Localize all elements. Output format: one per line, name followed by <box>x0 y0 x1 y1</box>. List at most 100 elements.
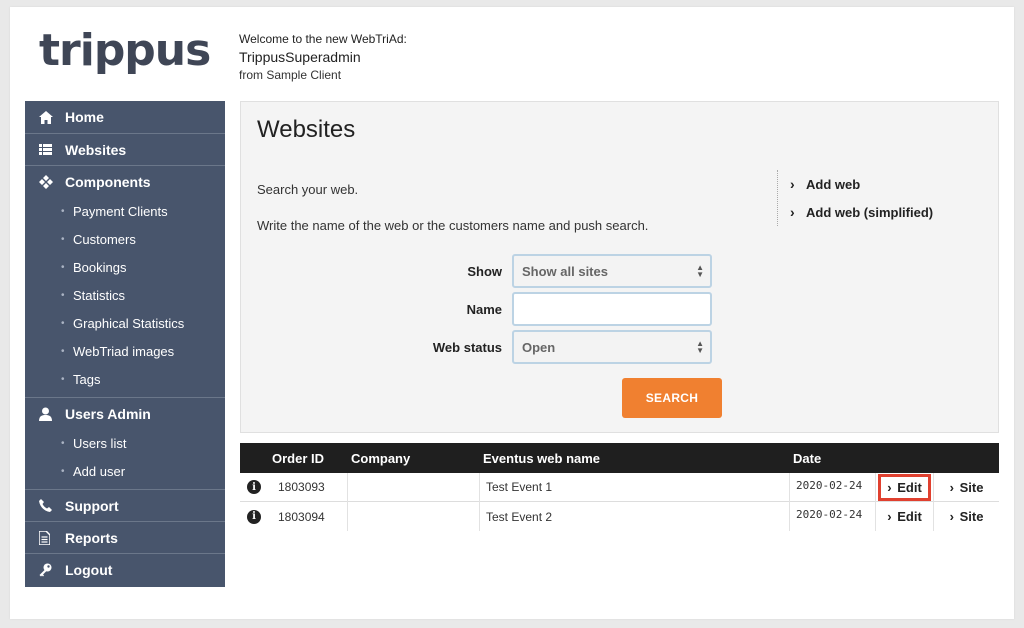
welcome-block: Welcome to the new WebTriAd: TrippusSupe… <box>239 31 407 83</box>
select-arrows-icon: ▲ ▼ <box>696 263 704 279</box>
page-title: Websites <box>257 116 356 143</box>
sidebar-item-users-admin[interactable]: Users Admin <box>25 397 225 429</box>
sidebar-item-support[interactable]: Support <box>25 489 225 521</box>
site-cell: › Site <box>934 480 999 495</box>
bullet-icon: • <box>61 465 65 477</box>
date-cell: 2020-02-24 <box>790 472 876 502</box>
edit-cell: › Edit <box>876 472 934 502</box>
edit-button[interactable]: › Edit <box>887 509 922 524</box>
sidebar-item-users-list[interactable]: • Users list <box>25 429 225 457</box>
sidebar-item-label: Reports <box>65 529 118 546</box>
document-icon <box>39 530 65 545</box>
search-intro-text: Search your web. <box>257 182 359 197</box>
show-select-value: Show all sites <box>522 263 608 279</box>
company-cell <box>348 502 480 531</box>
edit-label: Edit <box>897 479 922 495</box>
bullet-icon: • <box>61 261 65 273</box>
sidebar-item-graphical-statistics[interactable]: • Graphical Statistics <box>25 309 225 337</box>
phone-icon <box>39 499 65 512</box>
websites-table: Order ID Company Eventus web name Date i… <box>240 443 999 531</box>
header-company[interactable]: Company <box>348 451 480 466</box>
sidebar-item-customers[interactable]: • Customers <box>25 225 225 253</box>
add-web-link[interactable]: › Add web <box>790 170 933 198</box>
info-button[interactable]: i <box>240 509 268 524</box>
sidebar-item-logout[interactable]: Logout <box>25 553 225 585</box>
sidebar-item-statistics[interactable]: • Statistics <box>25 281 225 309</box>
edit-cell: › Edit <box>876 502 934 531</box>
user-icon <box>39 407 65 421</box>
table-row: i 1803093 Test Event 1 2020-02-24 › Edit … <box>240 472 999 502</box>
bullet-icon: • <box>61 317 65 329</box>
sidebar-item-label: Add user <box>73 463 126 479</box>
header-web-name[interactable]: Eventus web name <box>480 451 790 466</box>
sidebar-item-tags[interactable]: • Tags <box>25 365 225 393</box>
sidebar-item-label: Users list <box>73 435 127 451</box>
sidebar-item-websites[interactable]: Websites <box>25 133 225 165</box>
sidebar-item-label: Bookings <box>73 259 127 275</box>
sidebar-item-bookings[interactable]: • Bookings <box>25 253 225 281</box>
chevron-right-icon: › <box>887 479 892 495</box>
websites-search-panel: Websites Search your web. Write the name… <box>240 101 999 433</box>
show-row: Show Show all sites ▲ ▼ <box>412 254 712 288</box>
bullet-icon: • <box>61 373 65 385</box>
sidebar-item-add-user[interactable]: • Add user <box>25 457 225 485</box>
sidebar-item-components[interactable]: Components <box>25 165 225 197</box>
show-select[interactable]: Show all sites ▲ ▼ <box>512 254 712 288</box>
chevron-right-icon: › <box>949 509 954 524</box>
web-name-cell: Test Event 2 <box>480 502 790 531</box>
sidebar-item-label: Payment Clients <box>73 203 168 219</box>
table-row: i 1803094 Test Event 2 2020-02-24 › Edit … <box>240 502 999 531</box>
key-icon <box>39 563 65 577</box>
table-header: Order ID Company Eventus web name Date <box>240 443 999 473</box>
site-button[interactable]: › Site <box>950 509 984 524</box>
sidebar-item-webtriad-images[interactable]: • WebTriad images <box>25 337 225 365</box>
company-cell <box>348 472 480 502</box>
site-label: Site <box>959 479 984 495</box>
add-web-simplified-link[interactable]: › Add web (simplified) <box>790 198 933 226</box>
order-id-cell: 1803093 <box>268 472 348 502</box>
bullet-icon: • <box>61 205 65 217</box>
sidebar-item-home[interactable]: Home <box>25 101 225 133</box>
list-icon <box>39 144 65 155</box>
header-date[interactable]: Date <box>790 451 876 466</box>
web-name-cell: Test Event 1 <box>480 472 790 502</box>
chevron-right-icon: › <box>949 479 954 495</box>
bullet-icon: • <box>61 233 65 245</box>
welcome-text: Welcome to the new WebTriAd: <box>239 32 407 46</box>
info-button[interactable]: i <box>240 480 268 494</box>
name-input[interactable] <box>512 292 712 326</box>
sidebar-item-label: Graphical Statistics <box>73 315 185 331</box>
sidebar-item-label: Components <box>65 173 151 190</box>
sidebar-item-label: Tags <box>73 371 101 387</box>
sidebar-item-label: Websites <box>65 141 127 158</box>
sidebar-item-label: Users Admin <box>65 405 151 422</box>
page: trippus Welcome to the new WebTriAd: Tri… <box>10 7 1014 619</box>
add-web-label: Add web <box>806 176 861 192</box>
web-status-value: Open <box>522 339 556 355</box>
show-label: Show <box>467 263 502 279</box>
trippus-logo[interactable]: trippus <box>39 27 211 75</box>
site-button[interactable]: › Site <box>950 480 984 495</box>
header-order-id[interactable]: Order ID <box>268 451 348 466</box>
site-label: Site <box>959 509 984 524</box>
chevron-right-icon: › <box>790 204 795 220</box>
sidebar-item-payment-clients[interactable]: • Payment Clients <box>25 197 225 225</box>
bullet-icon: • <box>61 289 65 301</box>
sidebar-item-label: Logout <box>65 561 113 578</box>
search-button[interactable]: SEARCH <box>622 378 722 418</box>
chevron-right-icon: › <box>790 176 795 192</box>
home-icon <box>39 110 65 124</box>
sidebar-item-label: Home <box>65 109 104 125</box>
chevron-right-icon: › <box>887 509 892 524</box>
date-cell: 2020-02-24 <box>790 502 876 531</box>
sidebar: Home Websites Components • Payment Client… <box>25 101 225 587</box>
name-row: Name <box>412 292 712 326</box>
edit-button[interactable]: › Edit <box>878 473 931 501</box>
bullet-icon: • <box>61 345 65 357</box>
sidebar-item-reports[interactable]: Reports <box>25 521 225 553</box>
web-status-select[interactable]: Open ▲ ▼ <box>512 330 712 364</box>
action-links: › Add web › Add web (simplified) <box>777 170 933 226</box>
info-icon: i <box>247 509 261 524</box>
status-row: Web status Open ▲ ▼ <box>412 330 712 364</box>
add-web-simplified-label: Add web (simplified) <box>806 204 934 220</box>
